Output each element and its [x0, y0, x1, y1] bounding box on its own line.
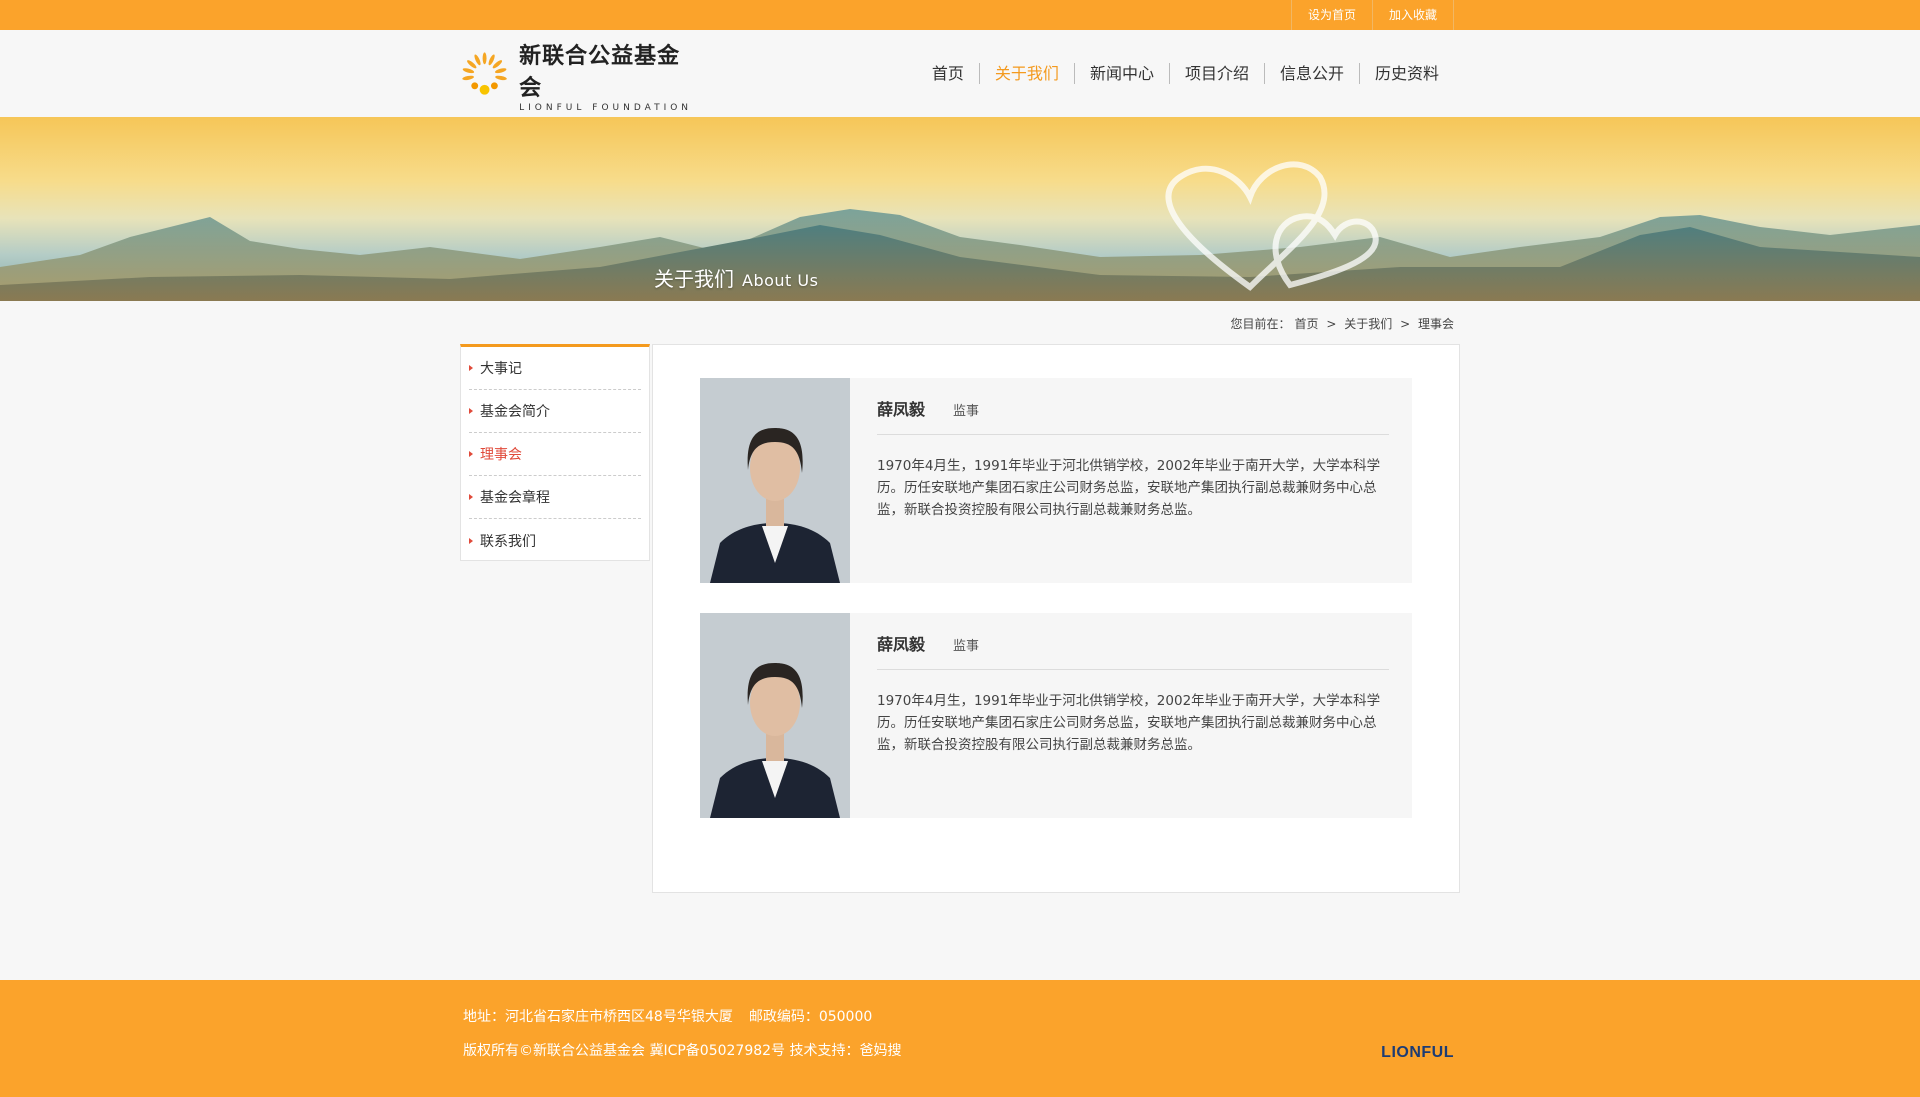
nav-item-disclosure[interactable]: 信息公开 [1263, 63, 1359, 84]
top-utility-bar: 设为首页 加入收藏 [0, 0, 1920, 30]
member-name: 薛凤毅 [877, 635, 926, 654]
breadcrumb: 您目前在： 首页 > 关于我们 > 理事会 [1229, 315, 1457, 332]
sidebar-item-foundation-intro[interactable]: 基金会简介 [469, 390, 641, 433]
sidebar-item-label: 联系我们 [480, 533, 536, 550]
sidebar-item-charter[interactable]: 基金会章程 [469, 476, 641, 519]
page-banner: 关于我们 About Us [0, 117, 1920, 301]
nav-item-history[interactable]: 历史资料 [1358, 63, 1454, 84]
member-bio: 1970年4月生，1991年毕业于河北供销学校，2002年毕业于南开大学，大学本… [877, 693, 1381, 753]
member-card: 薛凤毅 监事 1970年4月生，1991年毕业于河北供销学校，2002年毕业于南… [700, 378, 1412, 583]
logo-chinese-name: 新联合公益基金会 [519, 42, 681, 101]
footer-brand-logo: LIONFUL [1381, 1044, 1454, 1061]
breadcrumb-item-home[interactable]: 首页 [1295, 317, 1319, 331]
bullet-arrow-icon [469, 365, 473, 371]
bullet-arrow-icon [469, 494, 473, 500]
breadcrumb-separator: > [1400, 317, 1411, 331]
banner-title-cn: 关于我们 [654, 267, 734, 291]
sidebar-item-board[interactable]: 理事会 [469, 433, 641, 476]
member-info: 薛凤毅 监事 1970年4月生，1991年毕业于河北供销学校，2002年毕业于南… [877, 631, 1389, 756]
sidebar-item-contact[interactable]: 联系我们 [469, 519, 641, 562]
nav-item-news[interactable]: 新闻中心 [1073, 63, 1169, 84]
member-role: 监事 [953, 404, 980, 419]
sidebar-item-label: 基金会简介 [480, 404, 550, 420]
footer-address-line: 地址：河北省石家庄市桥西区48号华银大厦 邮政编码：050000 [463, 1006, 872, 1026]
add-favorite-link[interactable]: 加入收藏 [1371, 0, 1454, 30]
mountain-landscape-image [0, 161, 1920, 301]
bullet-arrow-icon [469, 408, 473, 414]
sidebar-item-milestones[interactable]: 大事记 [469, 347, 641, 390]
member-photo [700, 378, 850, 583]
nav-item-about[interactable]: 关于我们 [978, 63, 1074, 84]
nav-item-home[interactable]: 首页 [917, 63, 979, 84]
breadcrumb-item-about[interactable]: 关于我们 [1344, 317, 1392, 331]
bullet-arrow-icon [469, 451, 473, 457]
main-content: 薛凤毅 监事 1970年4月生，1991年毕业于河北供销学校，2002年毕业于南… [652, 344, 1460, 893]
sidebar-item-label: 大事记 [480, 361, 522, 377]
site-footer: 地址：河北省石家庄市桥西区48号华银大厦 邮政编码：050000 版权所有©新联合… [0, 980, 1920, 1097]
logo-english-name: LIONFUL FOUNDATION [519, 102, 693, 113]
footer-address: 地址：河北省石家庄市桥西区48号华银大厦 [463, 1009, 733, 1025]
member-photo [700, 613, 850, 818]
set-homepage-link[interactable]: 设为首页 [1290, 0, 1372, 30]
sidebar-menu: 大事记 基金会简介 理事会 基金会章程 联系我们 [460, 344, 650, 561]
member-role: 监事 [953, 639, 980, 654]
member-info: 薛凤毅 监事 1970年4月生，1991年毕业于河北供销学校，2002年毕业于南… [877, 396, 1389, 521]
site-logo[interactable]: 新联合公益基金会 LIONFUL FOUNDATION [460, 43, 700, 113]
bullet-arrow-icon [469, 537, 473, 544]
breadcrumb-separator: > [1326, 317, 1337, 331]
footer-zip: 邮政编码：050000 [748, 1009, 873, 1025]
site-header: 新联合公益基金会 LIONFUL FOUNDATION 首页 关于我们 新闻中心… [0, 30, 1920, 117]
member-name: 薛凤毅 [877, 400, 926, 419]
utility-links: 设为首页 加入收藏 [1290, 0, 1454, 30]
member-card: 薛凤毅 监事 1970年4月生，1991年毕业于河北供销学校，2002年毕业于南… [700, 613, 1412, 818]
footer-copyright: 版权所有©新联合公益基金会 冀ICP备05027982号 技术支持：爸妈搜 [463, 1043, 902, 1059]
breadcrumb-prefix: 您目前在： [1230, 317, 1291, 331]
breadcrumb-item-current: 理事会 [1417, 317, 1454, 331]
member-bio: 1970年4月生，1991年毕业于河北供销学校，2002年毕业于南开大学，大学本… [877, 458, 1381, 518]
banner-title: 关于我们 About Us [654, 263, 818, 292]
main-nav: 首页 关于我们 新闻中心 项目介绍 信息公开 历史资料 [917, 63, 1454, 84]
sidebar-item-label: 基金会章程 [480, 490, 550, 506]
sun-logo-icon [462, 52, 507, 95]
nav-item-projects[interactable]: 项目介绍 [1168, 63, 1264, 84]
banner-title-en: About Us [742, 271, 819, 290]
sidebar-item-label: 理事会 [480, 447, 522, 463]
